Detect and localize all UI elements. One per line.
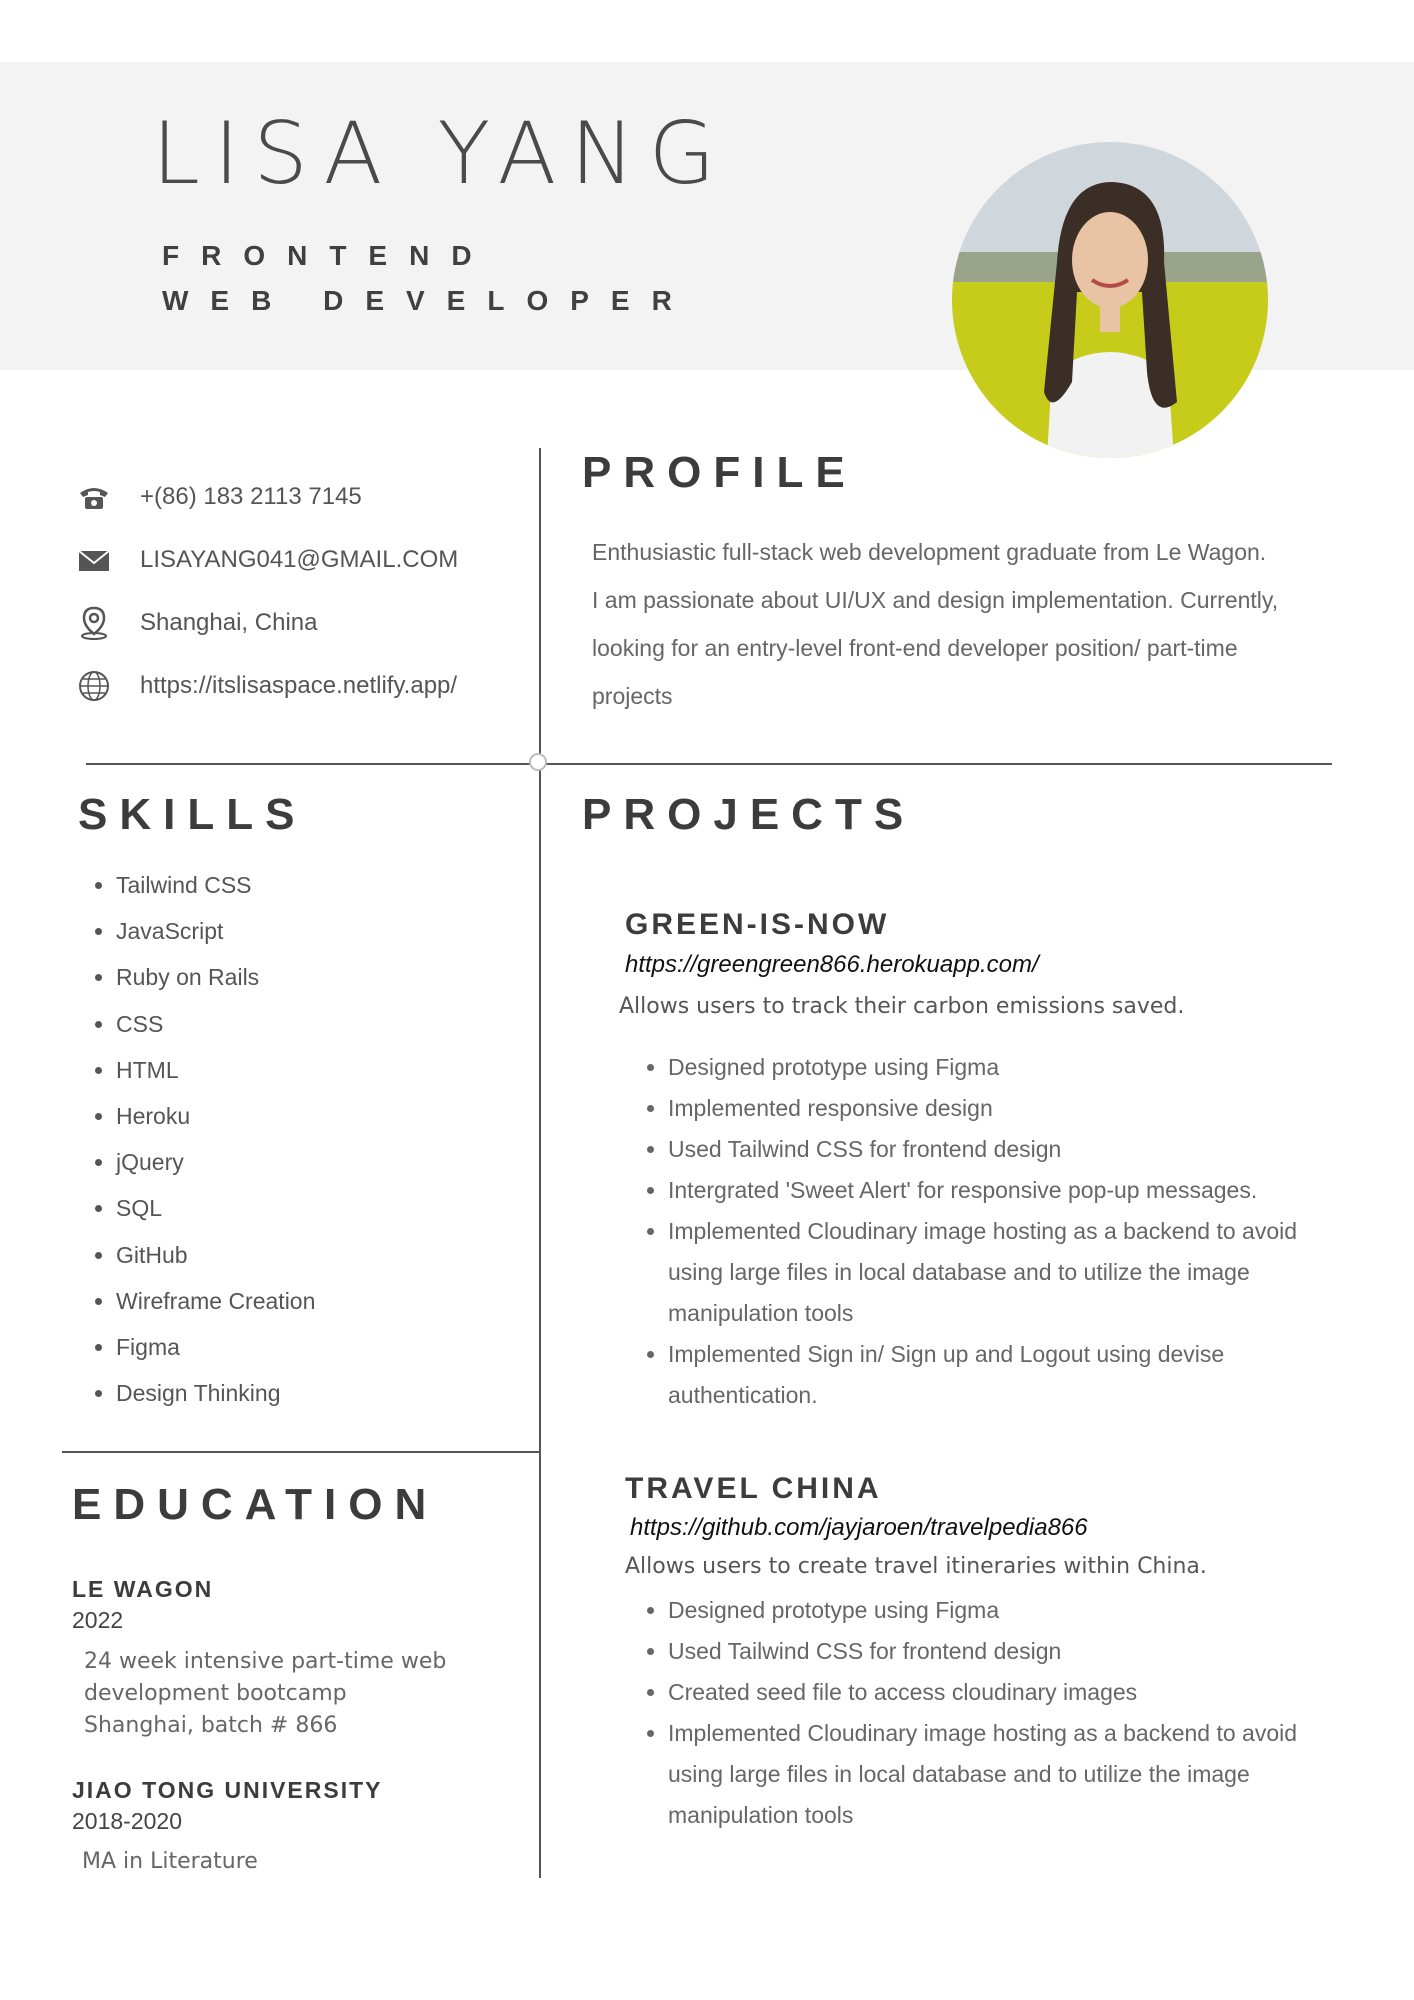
education-school: JIAO TONG UNIVERSITY <box>72 1777 383 1803</box>
project-bullet: Designed prototype using Figma <box>668 1047 1348 1088</box>
email-address: LISAYANG041@GMAIL.COM <box>140 546 459 573</box>
project-bullet: Used Tailwind CSS for frontend design <box>668 1631 1348 1672</box>
email-icon <box>76 542 112 578</box>
location-text: Shanghai, China <box>140 609 318 636</box>
education-school: LE WAGON <box>72 1576 214 1602</box>
project-bullet: Used Tailwind CSS for frontend design <box>668 1129 1348 1170</box>
project-title: GREEN-IS-NOW <box>625 908 890 941</box>
skills-heading: SKILLS <box>78 790 307 839</box>
project-bullets: Designed prototype using Figma Implement… <box>630 1047 1348 1416</box>
skill-item: HTML <box>116 1047 315 1093</box>
skill-item: GitHub <box>116 1232 315 1278</box>
phone-number: +(86) 183 2113 7145 <box>140 483 362 510</box>
education-description: 24 week intensive part-time web developm… <box>84 1646 446 1742</box>
job-title-line1: FRONTEND <box>162 240 494 271</box>
project-bullet: Implemented Sign in/ Sign up and Logout … <box>668 1334 1348 1416</box>
education-year: 2022 <box>72 1607 124 1633</box>
location-icon <box>76 605 112 641</box>
skill-item: Design Thinking <box>116 1370 315 1416</box>
profile-summary: Enthusiastic full-stack web development … <box>592 528 1312 720</box>
education-desc-line: development bootcamp <box>84 1681 347 1706</box>
project-link[interactable]: https://github.com/jayjaroen/travelpedia… <box>630 1514 1088 1542</box>
contact-email: LISAYANG041@GMAIL.COM <box>76 540 458 580</box>
contact-website: https://itslisaspace.netlify.app/ <box>76 666 457 706</box>
profile-line: Enthusiastic full-stack web development … <box>592 539 1267 565</box>
profile-heading: PROFILE <box>582 448 857 497</box>
skill-item: JavaScript <box>116 908 315 954</box>
skill-item: Heroku <box>116 1093 315 1139</box>
divider-node <box>529 753 547 771</box>
projects-heading: PROJECTS <box>582 790 916 839</box>
education-desc-line: Shanghai, batch # 866 <box>84 1713 338 1738</box>
project-bullet: Implemented Cloudinary image hosting as … <box>668 1713 1348 1836</box>
profile-divider <box>86 763 1332 765</box>
profile-line: I am passionate about UI/UX and design i… <box>592 587 1279 613</box>
project-link[interactable]: https://greengreen866.herokuapp.com/ <box>625 951 1039 979</box>
education-desc-line: MA in Literature <box>82 1849 258 1874</box>
project-bullet: Created seed file to access cloudinary i… <box>668 1672 1348 1713</box>
project-bullet: Implemented Cloudinary image hosting as … <box>668 1211 1348 1334</box>
skill-item: Figma <box>116 1324 315 1370</box>
education-heading: EDUCATION <box>72 1480 439 1529</box>
project-bullet: Designed prototype using Figma <box>668 1590 1348 1631</box>
phone-icon <box>76 479 112 515</box>
profile-line: looking for an entry-level front-end dev… <box>592 635 1238 661</box>
education-description: MA in Literature <box>82 1846 258 1878</box>
skill-item: CSS <box>116 1001 315 1047</box>
skills-list: Tailwind CSS JavaScript Ruby on Rails CS… <box>78 862 315 1416</box>
skills-divider <box>62 1451 540 1453</box>
contact-phone: +(86) 183 2113 7145 <box>76 477 362 517</box>
education-year: 2018-2020 <box>72 1808 182 1834</box>
project-bullet: Intergrated 'Sweet Alert' for responsive… <box>668 1170 1348 1211</box>
contact-location: Shanghai, China <box>76 603 317 643</box>
project-bullet: Implemented responsive design <box>668 1088 1348 1129</box>
skill-item: Tailwind CSS <box>116 862 315 908</box>
project-bullets: Designed prototype using Figma Used Tail… <box>630 1590 1348 1836</box>
skill-item: jQuery <box>116 1139 315 1185</box>
skill-item: Ruby on Rails <box>116 954 315 1000</box>
project-title: TRAVEL CHINA <box>625 1472 882 1505</box>
website-link[interactable]: https://itslisaspace.netlify.app/ <box>140 672 457 700</box>
globe-icon <box>76 668 112 704</box>
project-description: Allows users to create travel itinerarie… <box>625 1554 1207 1579</box>
profile-photo <box>952 142 1268 458</box>
project-description: Allows users to track their carbon emiss… <box>619 994 1185 1019</box>
education-desc-line: 24 week intensive part-time web <box>84 1649 447 1674</box>
skill-item: Wireframe Creation <box>116 1278 315 1324</box>
person-name: LISA YANG <box>152 104 730 204</box>
column-divider <box>539 448 541 1878</box>
skill-item: SQL <box>116 1185 315 1231</box>
profile-line: projects <box>592 683 673 709</box>
job-title-line2: WEB DEVELOPER <box>162 285 694 316</box>
